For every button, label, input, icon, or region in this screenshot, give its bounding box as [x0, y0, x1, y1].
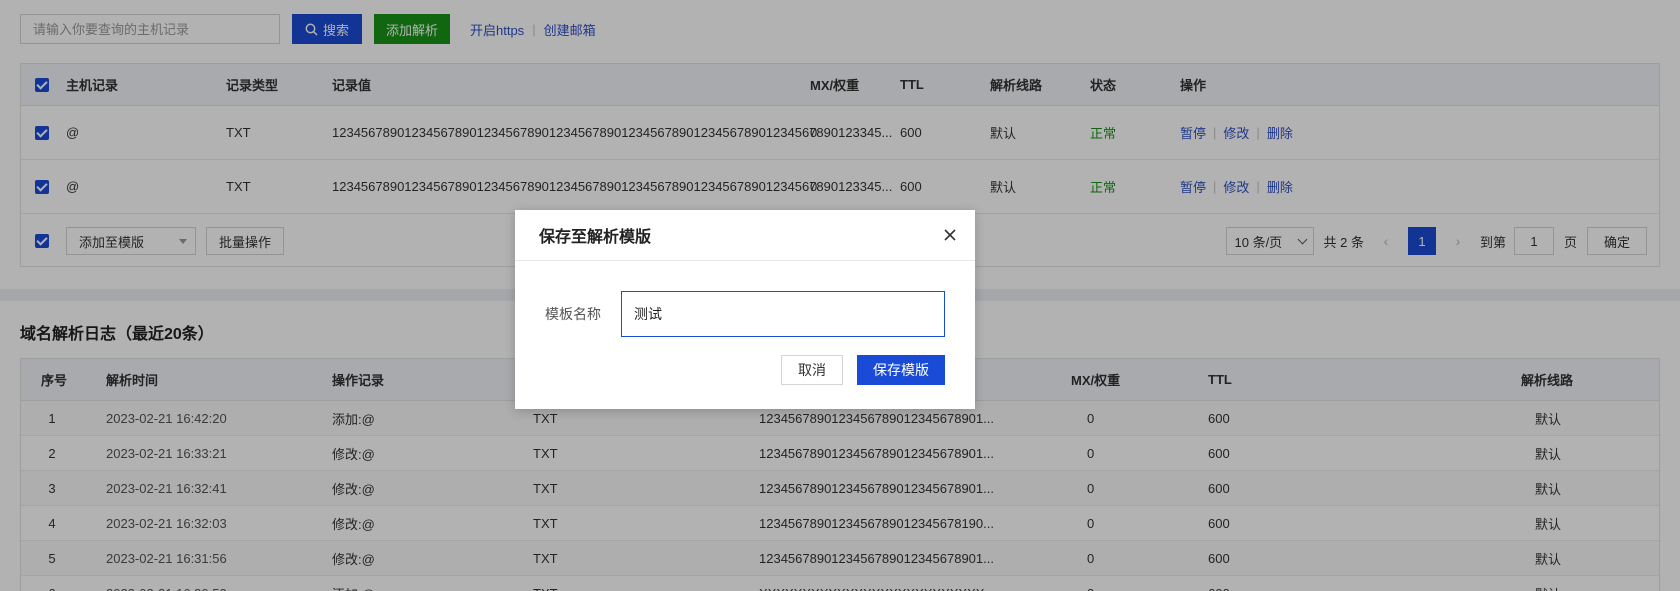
cancel-button[interactable]: 取消	[781, 355, 843, 385]
template-name-input[interactable]	[621, 291, 945, 337]
dialog-body: 模板名称 取消 保存模版	[515, 261, 975, 409]
template-name-label: 模板名称	[545, 306, 601, 322]
save-template-button[interactable]: 保存模版	[857, 355, 945, 385]
dialog-header: 保存至解析模版	[515, 210, 975, 261]
dns-records-page: 搜索 添加解析 开启https | 创建邮箱 主机记录 记录类型 记录值 MX/…	[0, 0, 1680, 591]
dialog-title: 保存至解析模版	[539, 229, 652, 246]
close-icon[interactable]	[941, 226, 959, 244]
save-template-dialog: 保存至解析模版 模板名称 取消 保存模版	[515, 210, 975, 409]
